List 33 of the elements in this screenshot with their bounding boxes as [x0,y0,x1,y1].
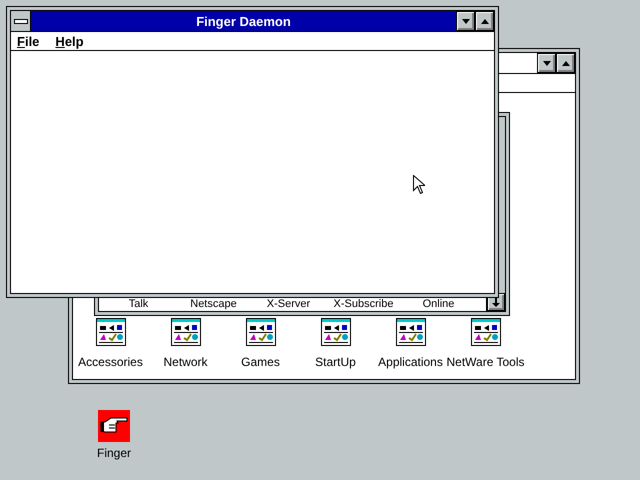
program-group-label[interactable]: Games [241,355,280,369]
program-group-label[interactable]: Accessories [78,355,143,369]
program-item-label[interactable]: Online [422,298,454,311]
program-item-label[interactable]: Talk [128,298,148,311]
program-group-icon[interactable] [470,318,500,346]
minimize-button[interactable] [456,11,475,31]
program-group-icon[interactable] [396,318,426,346]
window-title: Finger Daemon [195,14,292,28]
program-group-label[interactable]: StartUp [315,355,356,369]
maximize-button[interactable] [556,53,575,73]
up-triangle-icon [480,18,488,24]
program-group-icon[interactable] [246,318,276,346]
program-item-label[interactable]: Netscape [190,298,237,311]
desktop-icon-label[interactable]: Finger [96,446,131,460]
mouse-pointer-icon [413,175,425,195]
minimize-button[interactable] [537,53,556,73]
maximize-button[interactable] [475,11,494,31]
menu-item[interactable]: Help [55,34,84,48]
pointing-hand-icon[interactable] [98,410,130,442]
program-item-label[interactable]: X-Subscribe [334,298,394,311]
program-item-label[interactable]: X-Server [266,298,310,311]
up-triangle-icon [562,60,570,66]
program-group-label[interactable]: Network [163,355,208,369]
program-group-icon[interactable] [170,318,200,346]
program-group-label[interactable]: NetWare Tools [446,355,525,369]
program-group-icon[interactable] [96,318,126,346]
down-triangle-icon [462,18,470,24]
down-arrow-icon[interactable] [492,298,500,306]
program-group-label[interactable]: Applications [378,355,443,369]
program-group-icon[interactable] [320,318,350,346]
menu-item[interactable]: File [17,34,40,48]
system-menu-button[interactable] [11,11,31,31]
down-triangle-icon [542,60,550,66]
